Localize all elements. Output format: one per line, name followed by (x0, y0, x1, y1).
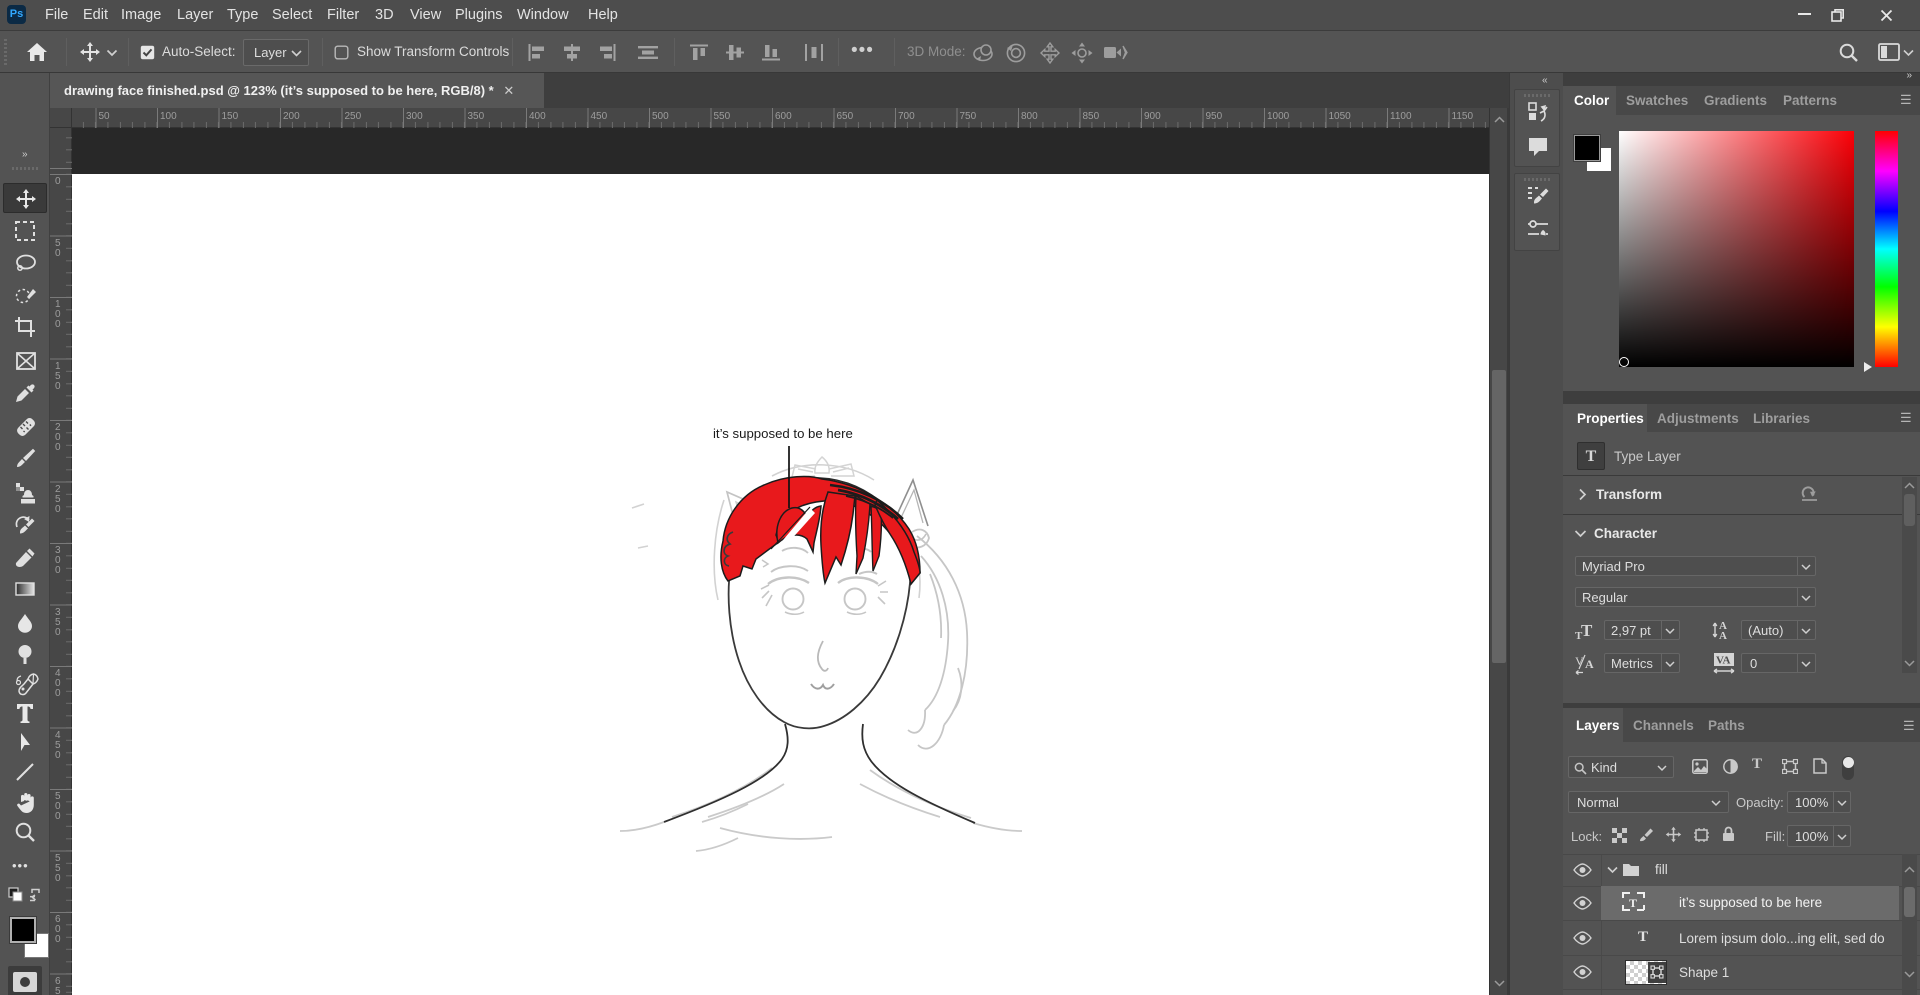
svg-text:T: T (1629, 896, 1637, 910)
svg-text:it’s supposed to be here: it’s supposed to be here (713, 426, 853, 441)
svg-text:VA: VA (1716, 655, 1731, 667)
svg-text:A: A (1585, 657, 1594, 671)
svg-text:A: A (1719, 630, 1727, 641)
svg-text:T: T (1581, 622, 1593, 640)
